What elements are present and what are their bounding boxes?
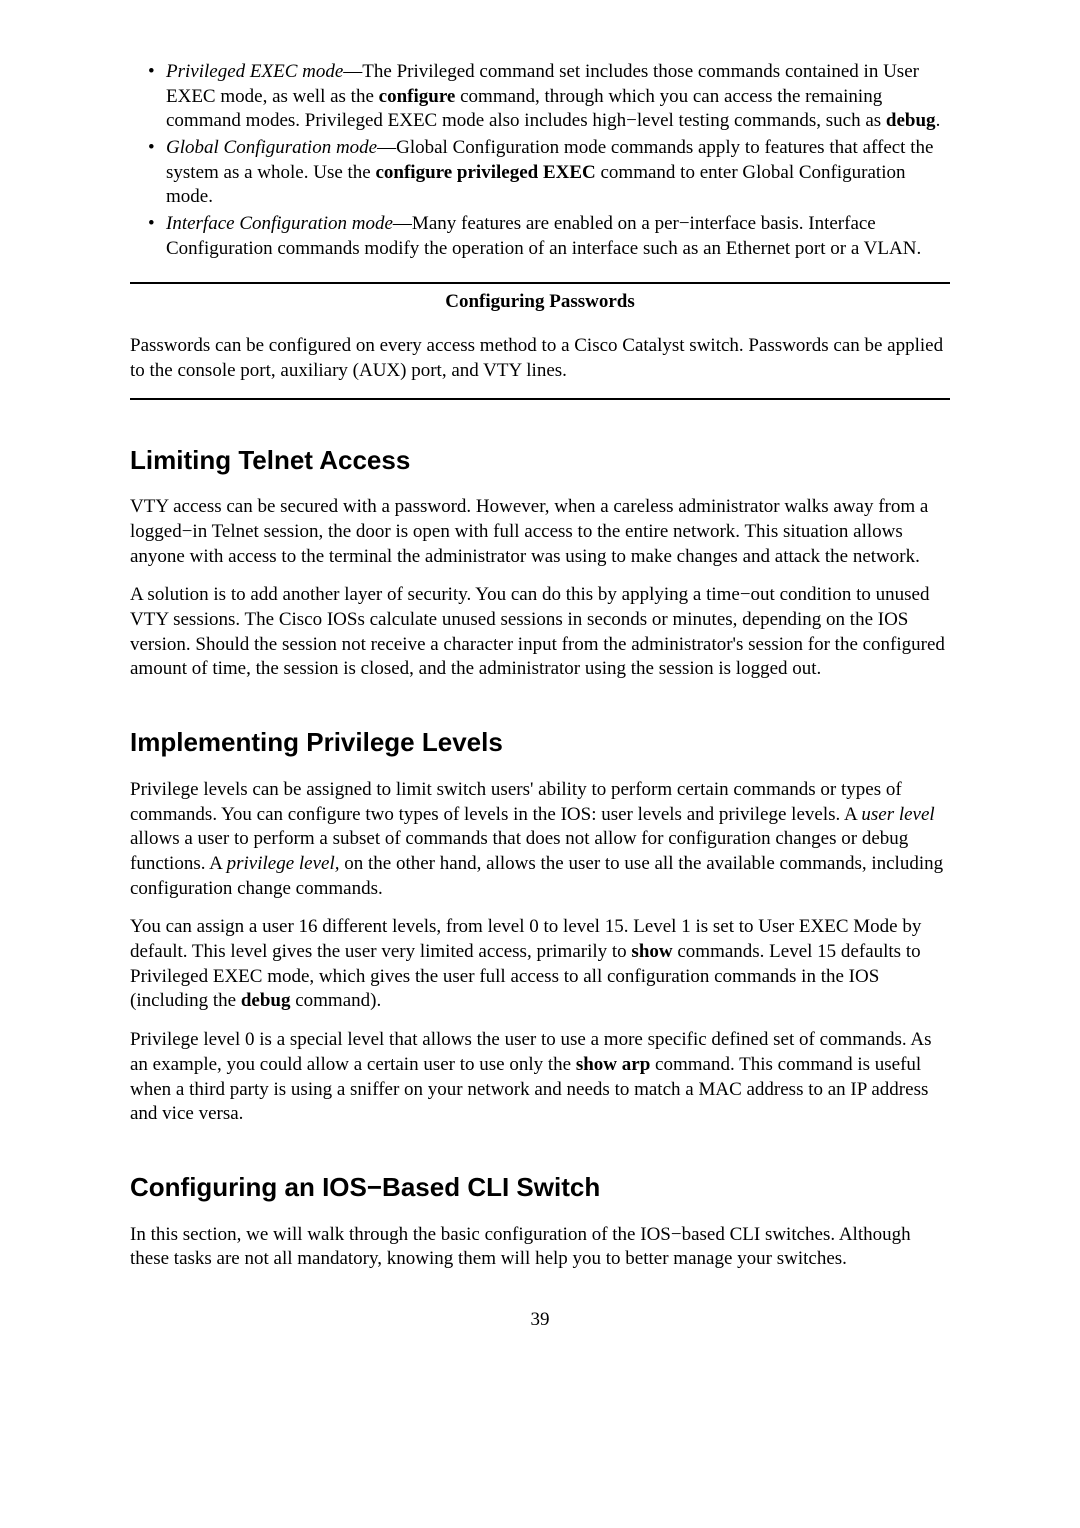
body-paragraph: Passwords can be configured on every acc…: [130, 334, 950, 383]
mode-list: Privileged EXEC mode—The Privileged comm…: [130, 60, 950, 262]
list-item: Interface Configuration mode—Many featur…: [166, 212, 950, 261]
body-text: command).: [290, 990, 381, 1011]
inline-bold: show arp: [576, 1054, 650, 1075]
inline-bold: debug: [886, 110, 936, 131]
section-heading: Limiting Telnet Access: [130, 444, 950, 478]
inline-italic: user level: [861, 804, 934, 825]
body-text: Privilege levels can be assigned to limi…: [130, 779, 902, 825]
list-item: Privileged EXEC mode—The Privileged comm…: [166, 60, 950, 134]
body-paragraph: You can assign a user 16 different level…: [130, 915, 950, 1014]
section-heading: Configuring an IOS−Based CLI Switch: [130, 1171, 950, 1205]
mode-label: Interface Configuration mode: [166, 213, 393, 234]
body-paragraph: Privilege level 0 is a special level tha…: [130, 1028, 950, 1127]
body-paragraph: A solution is to add another layer of se…: [130, 583, 950, 682]
mode-label: Privileged EXEC mode: [166, 61, 343, 82]
box-heading: Configuring Passwords: [130, 284, 950, 321]
boxed-section: Configuring Passwords: [130, 282, 950, 321]
inline-bold: configure privileged EXEC: [375, 162, 595, 183]
section-heading: Implementing Privilege Levels: [130, 726, 950, 760]
inline-italic: privilege level,: [227, 853, 340, 874]
body-paragraph: Privilege levels can be assigned to limi…: [130, 778, 950, 901]
body-paragraph: VTY access can be secured with a passwor…: [130, 495, 950, 569]
body-text: .: [936, 110, 941, 131]
body-paragraph: In this section, we will walk through th…: [130, 1223, 950, 1272]
mode-label: Global Configuration mode: [166, 137, 377, 158]
inline-bold: debug: [241, 990, 291, 1011]
list-item: Global Configuration mode—Global Configu…: [166, 136, 950, 210]
page-number: 39: [130, 1308, 950, 1333]
inline-bold: show: [631, 941, 672, 962]
inline-bold: configure: [379, 86, 456, 107]
divider: [130, 398, 950, 400]
